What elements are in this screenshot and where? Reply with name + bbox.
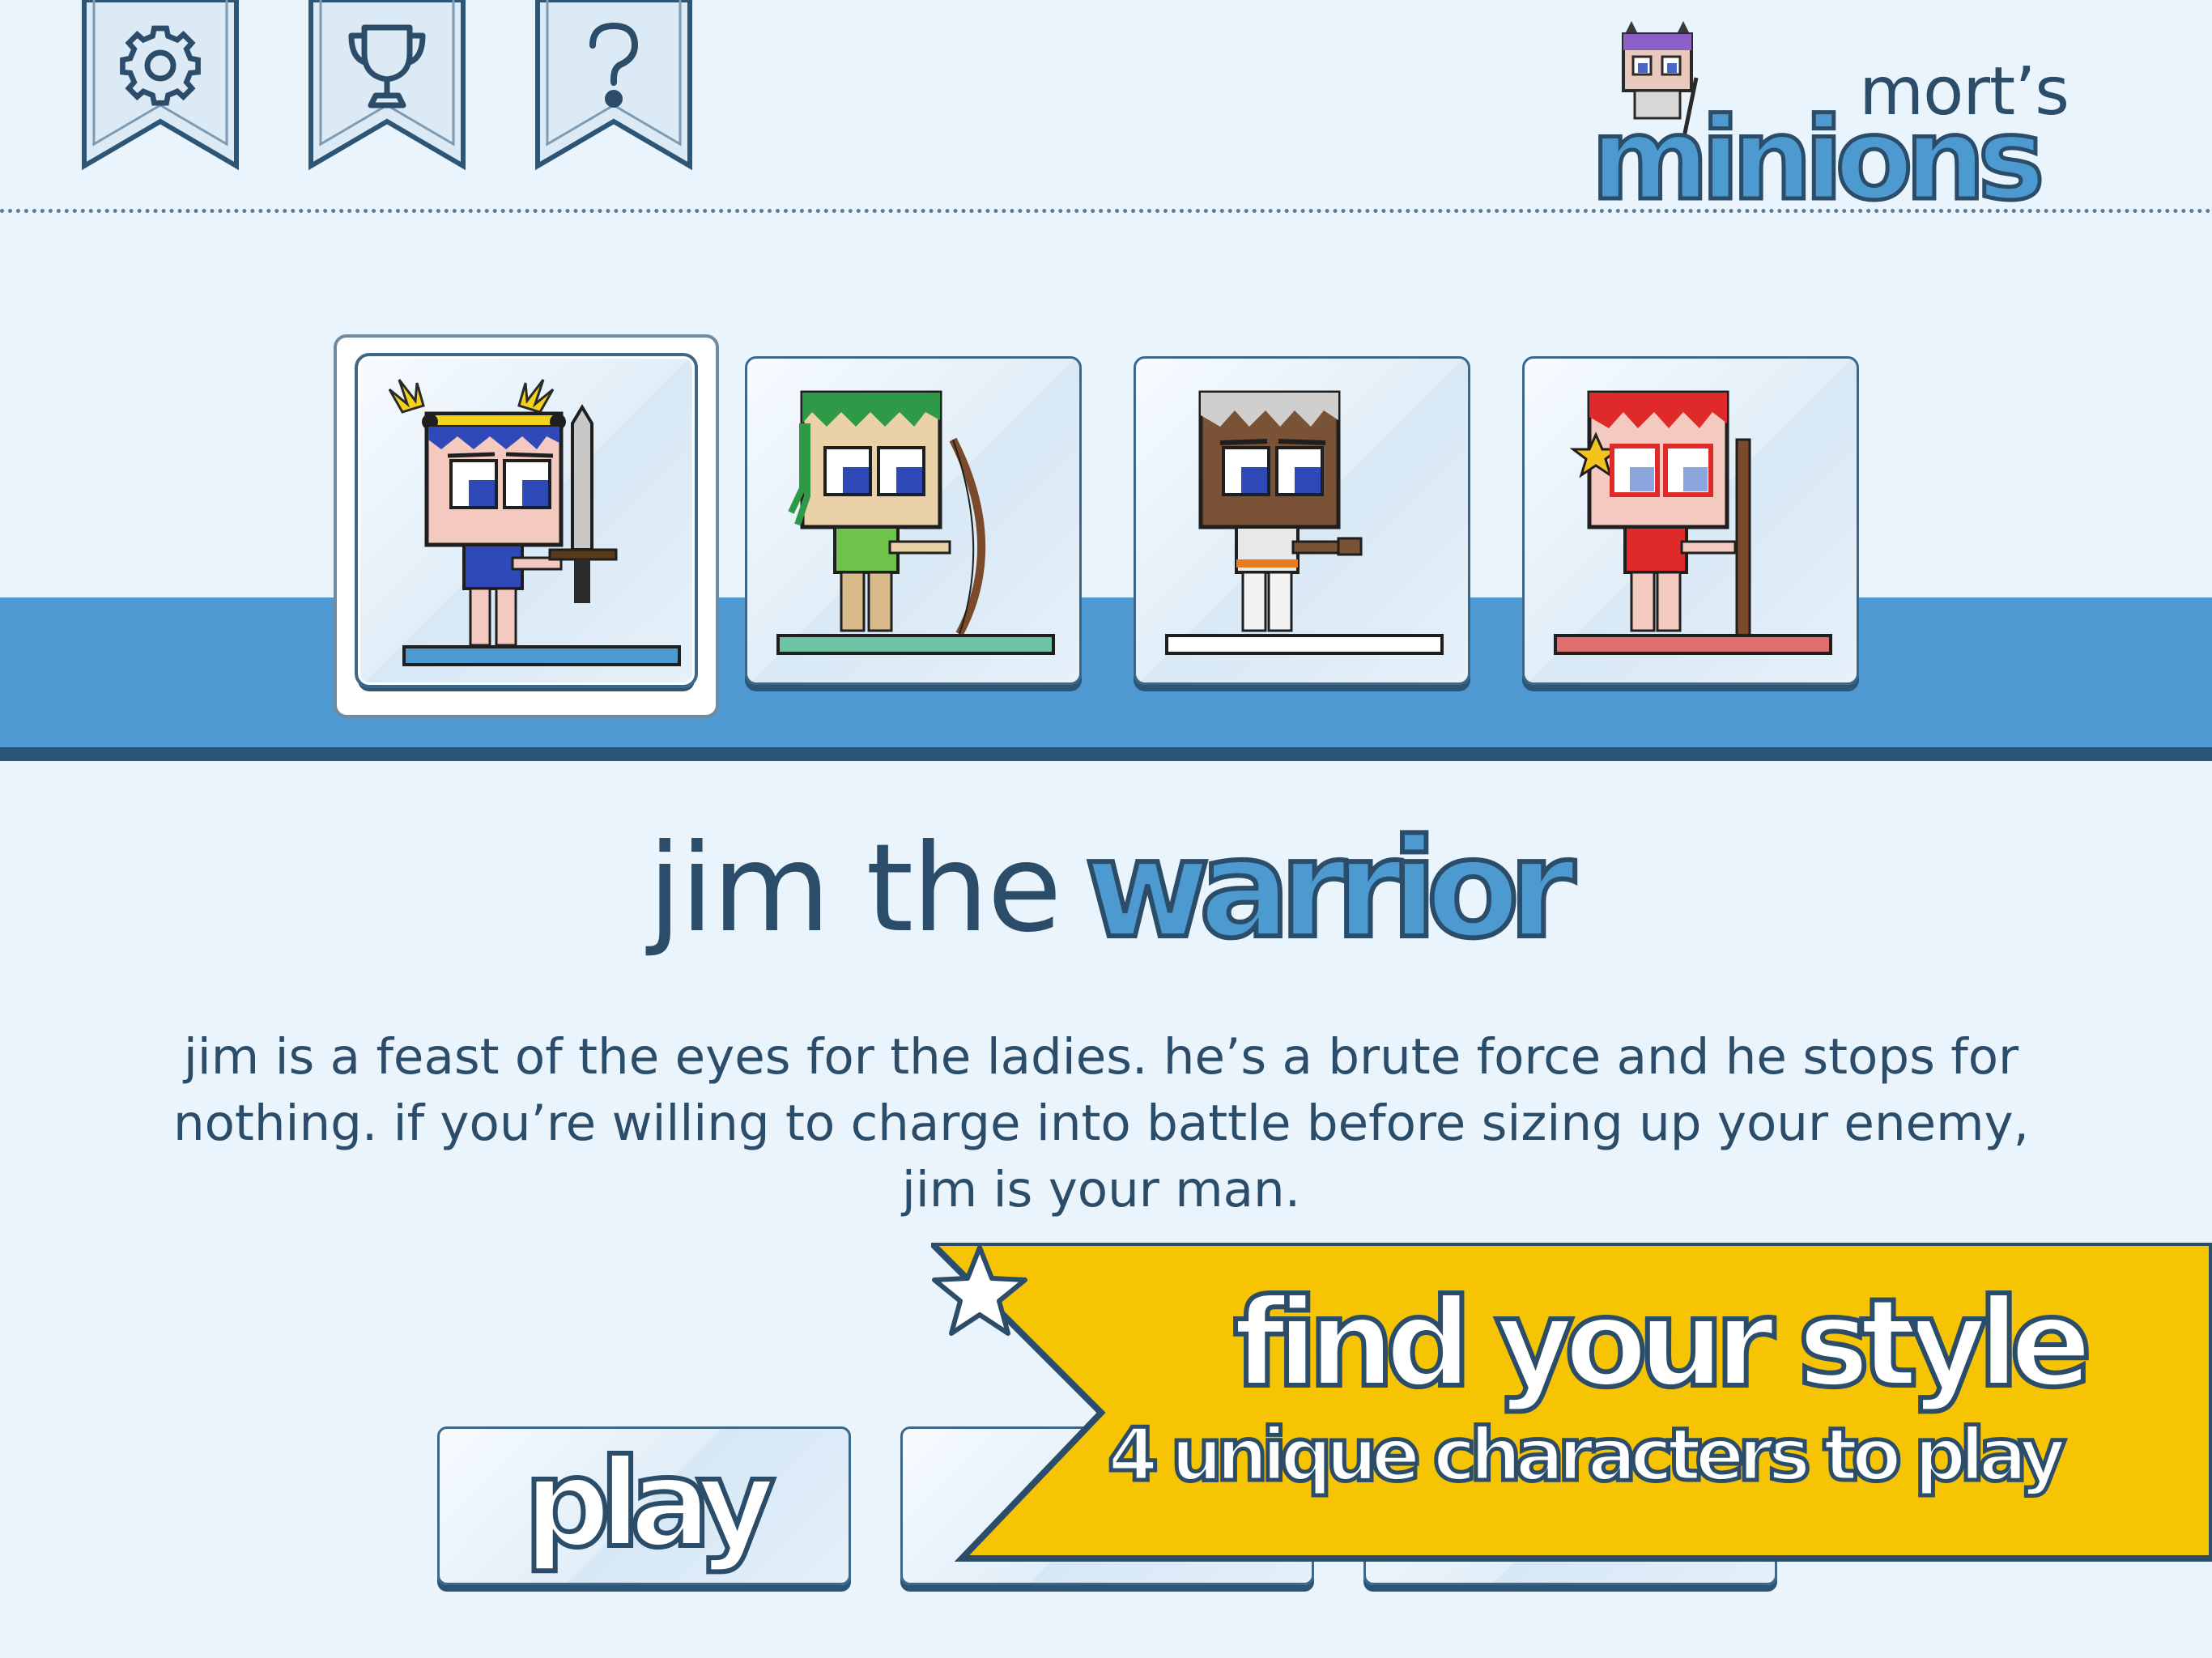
mage-avatar bbox=[1554, 390, 1832, 655]
play-button-label: play bbox=[521, 1434, 778, 1575]
character-card-mage[interactable] bbox=[1522, 356, 1859, 685]
promo-banner: find your style 4 unique characters to p… bbox=[931, 1243, 2212, 1567]
character-description: jim is a feast of the eyes for the ladie… bbox=[172, 1028, 2030, 1218]
character-card-warrior[interactable] bbox=[355, 353, 698, 688]
archer-avatar bbox=[776, 390, 1055, 655]
character-card-crossbowman[interactable] bbox=[1134, 356, 1470, 685]
star-icon bbox=[932, 1245, 1027, 1336]
game-logo: mort’s minions bbox=[1583, 16, 2101, 226]
character-card-archer[interactable] bbox=[745, 356, 1082, 685]
promo-subtitle: 4 unique characters to play bbox=[1106, 1413, 2069, 1498]
play-button[interactable]: play bbox=[437, 1426, 851, 1585]
question-mark-icon bbox=[589, 22, 639, 108]
character-title: jim the warrior bbox=[0, 807, 2212, 971]
warrior-avatar bbox=[388, 379, 681, 666]
trophy-icon bbox=[348, 24, 426, 108]
character-name: jim the bbox=[648, 818, 1061, 959]
logo-main-text: minions bbox=[1589, 94, 2048, 226]
character-class: warrior bbox=[1083, 807, 1578, 971]
help-button[interactable] bbox=[534, 0, 693, 174]
crossbowman-avatar bbox=[1165, 390, 1444, 655]
promo-title: find your style bbox=[1231, 1273, 2095, 1414]
achievements-button[interactable] bbox=[308, 0, 466, 174]
character-band bbox=[0, 597, 2212, 761]
settings-button[interactable] bbox=[81, 0, 240, 174]
gear-icon bbox=[120, 25, 201, 106]
